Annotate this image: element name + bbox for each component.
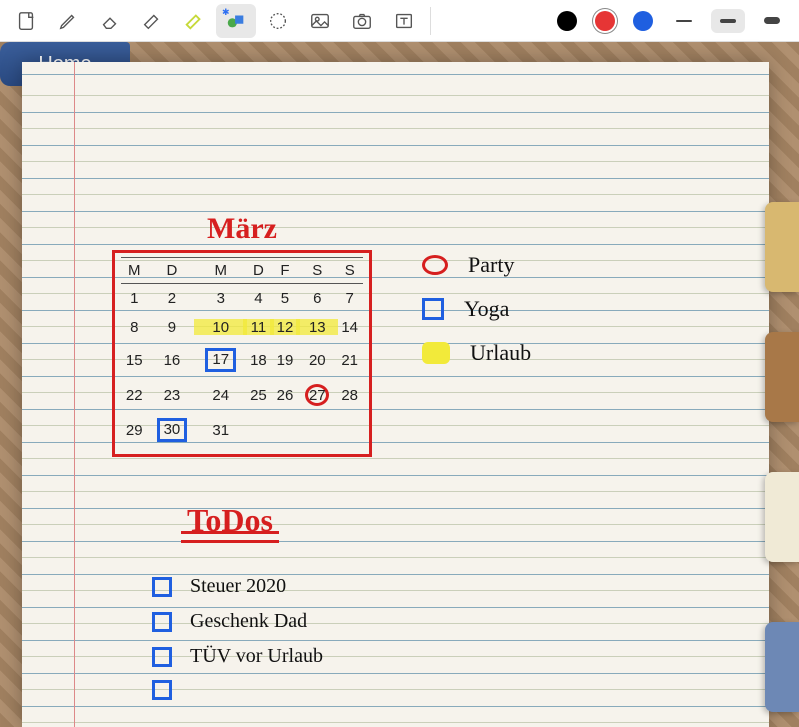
calendar-cell: 18	[245, 342, 272, 378]
calendar-cell: 13	[298, 313, 336, 342]
bluetooth-icon: ✱	[222, 7, 230, 18]
calendar-cell: 17	[196, 342, 245, 378]
calendar-cell: 16	[148, 342, 197, 378]
calendar-cell: 25	[245, 378, 272, 412]
todo-label: Geschenk Dad	[190, 610, 307, 633]
calendar-day-header: M	[121, 258, 148, 284]
box-blue-icon	[422, 298, 444, 320]
calendar-cell: 9	[148, 313, 197, 342]
toolbar-divider	[430, 7, 431, 35]
calendar-cell	[336, 412, 363, 448]
calendar-day-header: D	[245, 258, 272, 284]
stroke-medium[interactable]	[711, 9, 745, 33]
calendar-cell: 19	[272, 342, 299, 378]
side-tab-4[interactable]	[765, 622, 799, 712]
todos: ToDos Steuer 2020 Geschenk Dad TÜV vor Url…	[152, 502, 323, 712]
shapes-tool[interactable]: ✱	[216, 4, 256, 38]
calendar-cell: 28	[336, 378, 363, 412]
circle-red-icon	[422, 255, 448, 275]
calendar-box: MDMDFSS 12345678910111213141516171819202…	[112, 250, 372, 457]
eraser-tool[interactable]	[90, 4, 130, 38]
calendar-cell: 8	[121, 313, 148, 342]
text-tool[interactable]	[384, 4, 424, 38]
calendar-cell: 29	[121, 412, 148, 448]
pencil-tool[interactable]	[48, 4, 88, 38]
stroke-thick[interactable]	[755, 9, 789, 33]
side-tab-2[interactable]	[765, 332, 799, 422]
calendar-cell: 12	[272, 313, 299, 342]
todo-item: TÜV vor Urlaub	[152, 645, 323, 668]
canvas[interactable]: März MDMDFSS 123456789101112131415161718…	[0, 42, 799, 727]
calendar-cell: 3	[196, 284, 245, 314]
legend-label: Yoga	[464, 296, 509, 322]
calendar-cell: 11	[245, 313, 272, 342]
calendar-cell: 21	[336, 342, 363, 378]
calendar-cell: 5	[272, 284, 299, 314]
checkbox-icon[interactable]	[152, 612, 172, 632]
calendar-cell: 30	[148, 412, 197, 448]
page-tool[interactable]	[6, 4, 46, 38]
lasso-tool[interactable]	[258, 4, 298, 38]
calendar-cell: 2	[148, 284, 197, 314]
legend-label: Party	[468, 252, 514, 278]
calendar-day-header: S	[336, 258, 363, 284]
toolbar: ✱	[0, 0, 799, 42]
calendar-cell: 7	[336, 284, 363, 314]
todos-title: ToDos	[187, 502, 273, 539]
calendar: März MDMDFSS 123456789101112131415161718…	[112, 212, 372, 457]
calendar-cell: 1	[121, 284, 148, 314]
todo-item: Geschenk Dad	[152, 610, 323, 633]
blob-yellow-icon	[422, 342, 450, 364]
side-tab-3[interactable]	[765, 472, 799, 562]
highlighter-tool[interactable]	[174, 4, 214, 38]
legend: Party Yoga Urlaub	[422, 252, 531, 384]
calendar-day-header: F	[272, 258, 299, 284]
calendar-table: MDMDFSS 12345678910111213141516171819202…	[121, 257, 363, 448]
legend-label: Urlaub	[470, 340, 531, 366]
calendar-cell: 26	[272, 378, 299, 412]
legend-item: Urlaub	[422, 340, 531, 366]
todo-label: Steuer 2020	[190, 575, 286, 598]
calendar-cell: 27	[298, 378, 336, 412]
calendar-cell: 14	[336, 313, 363, 342]
legend-item: Party	[422, 252, 531, 278]
calendar-cell: 20	[298, 342, 336, 378]
todo-item	[152, 680, 323, 700]
calendar-cell: 31	[196, 412, 245, 448]
checkbox-icon[interactable]	[152, 577, 172, 597]
calendar-cell: 15	[121, 342, 148, 378]
marker-tool[interactable]	[132, 4, 172, 38]
stroke-thin[interactable]	[667, 9, 701, 33]
calendar-cell: 4	[245, 284, 272, 314]
color-blue[interactable]	[633, 11, 653, 31]
notebook-page[interactable]: März MDMDFSS 123456789101112131415161718…	[22, 62, 769, 727]
side-tab-1[interactable]	[765, 202, 799, 292]
checkbox-icon[interactable]	[152, 680, 172, 700]
calendar-day-header: M	[196, 258, 245, 284]
calendar-cell: 24	[196, 378, 245, 412]
image-tool[interactable]	[300, 4, 340, 38]
calendar-cell: 23	[148, 378, 197, 412]
color-black[interactable]	[557, 11, 577, 31]
camera-tool[interactable]	[342, 4, 382, 38]
color-red[interactable]	[595, 11, 615, 31]
calendar-cell	[245, 412, 272, 448]
calendar-month: März	[112, 212, 372, 246]
todo-item: Steuer 2020	[152, 575, 323, 598]
todo-label: TÜV vor Urlaub	[190, 645, 323, 668]
checkbox-icon[interactable]	[152, 647, 172, 667]
calendar-cell: 10	[196, 313, 245, 342]
legend-item: Yoga	[422, 296, 531, 322]
calendar-cell	[272, 412, 299, 448]
calendar-cell	[298, 412, 336, 448]
calendar-cell: 22	[121, 378, 148, 412]
calendar-day-header: S	[298, 258, 336, 284]
calendar-day-header: D	[148, 258, 197, 284]
calendar-cell: 6	[298, 284, 336, 314]
